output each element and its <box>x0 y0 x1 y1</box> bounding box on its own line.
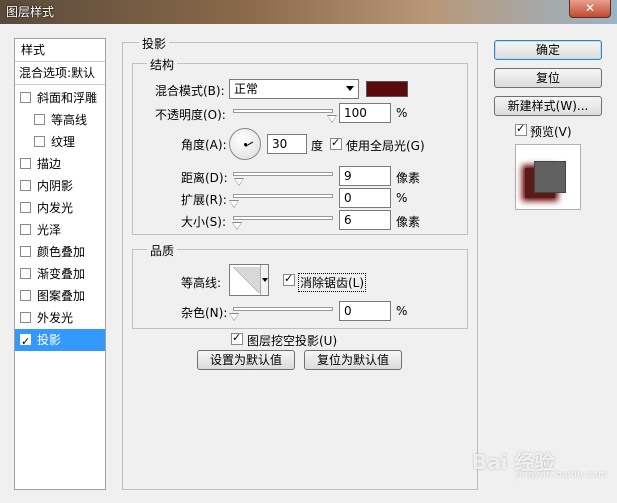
chevron-down-icon[interactable] <box>260 265 268 295</box>
chevron-down-icon <box>346 86 354 91</box>
angle-unit: 度 <box>311 139 324 153</box>
blend-options-item[interactable]: 混合选项:默认 <box>15 62 105 84</box>
global-light-checkbox[interactable] <box>330 136 342 150</box>
anti-alias-checkbox[interactable] <box>283 272 295 286</box>
styles-header[interactable]: 样式 <box>15 39 105 61</box>
shadow-color-swatch[interactable] <box>366 81 408 97</box>
style-item-inner-shadow[interactable]: 内阴影 <box>15 175 105 197</box>
style-item-satin[interactable]: 光泽 <box>15 219 105 241</box>
blend-mode-label: 混合模式(B): <box>155 84 225 98</box>
drop-shadow-title: 投影 <box>139 35 170 52</box>
opacity-slider-thumb[interactable] <box>327 115 337 123</box>
reset-button[interactable]: 复位 <box>494 68 602 88</box>
distance-slider[interactable] <box>233 172 333 176</box>
drop-shadow-panel: 投影 结构 混合模式(B): 正常 不透明度(O): 100 % 角度(A): … <box>122 35 478 490</box>
pattern-overlay-checkbox[interactable] <box>20 290 31 301</box>
knockout-label[interactable]: 图层挖空投影(U) <box>247 332 337 349</box>
style-preview-thumbnail <box>515 144 581 210</box>
inner-shadow-checkbox[interactable] <box>20 180 31 191</box>
opacity-unit: % <box>396 106 408 120</box>
baidu-watermark: Bai 经验 jingyan.baidu.com <box>472 446 607 480</box>
spread-slider[interactable] <box>233 194 333 198</box>
styles-divider <box>15 84 105 85</box>
angle-dial[interactable] <box>229 128 261 160</box>
size-unit: 像素 <box>396 215 421 229</box>
inner-glow-checkbox[interactable] <box>20 202 31 213</box>
stroke-checkbox[interactable] <box>20 158 31 169</box>
styles-list: 样式 混合选项:默认 斜面和浮雕 等高线 纹理 描边 内阴影 内发光 光泽 颜色… <box>14 38 106 490</box>
global-light-label[interactable]: 使用全局光(G) <box>346 137 425 154</box>
contour-curve-icon <box>232 267 260 293</box>
size-slider[interactable] <box>233 216 333 220</box>
opacity-label: 不透明度(O): <box>155 108 226 122</box>
noise-slider[interactable] <box>233 307 333 311</box>
opacity-input[interactable]: 100 <box>339 103 391 123</box>
size-label: 大小(S): <box>181 215 227 229</box>
preview-label[interactable]: 预览(V) <box>530 123 572 140</box>
quality-title: 品质 <box>147 242 178 259</box>
angle-input[interactable]: 30 <box>267 134 307 154</box>
ok-button[interactable]: 确定 <box>494 40 602 60</box>
title-bar[interactable]: 图层样式 ✕ <box>0 0 617 24</box>
noise-unit: % <box>396 304 408 318</box>
style-item-texture[interactable]: 纹理 <box>15 131 105 153</box>
size-slider-thumb[interactable] <box>232 222 242 230</box>
style-item-color-overlay[interactable]: 颜色叠加 <box>15 241 105 263</box>
spread-input[interactable]: 0 <box>339 188 391 208</box>
style-item-stroke[interactable]: 描边 <box>15 153 105 175</box>
distance-label: 距离(D): <box>181 171 228 185</box>
angle-dial-center <box>244 143 247 146</box>
contour-label: 等高线: <box>181 276 222 290</box>
dialog-title: 图层样式 <box>6 5 55 19</box>
style-item-bevel-emboss[interactable]: 斜面和浮雕 <box>15 87 105 109</box>
new-style-button[interactable]: 新建样式(W)... <box>494 96 602 116</box>
style-item-inner-glow[interactable]: 内发光 <box>15 197 105 219</box>
gradient-overlay-checkbox[interactable] <box>20 268 31 279</box>
contour-checkbox[interactable] <box>34 114 45 125</box>
spread-label: 扩展(R): <box>181 193 227 207</box>
close-button[interactable]: ✕ <box>569 0 611 18</box>
structure-group: 结构 混合模式(B): 正常 不透明度(O): 100 % 角度(A): 30 … <box>132 56 468 235</box>
style-item-drop-shadow[interactable]: 投影 <box>15 329 105 353</box>
noise-slider-thumb[interactable] <box>229 313 239 321</box>
style-item-pattern-overlay[interactable]: 图案叠加 <box>15 285 105 307</box>
watermark-subtext: jingyan.baidu.com <box>516 470 608 480</box>
blend-mode-select[interactable]: 正常 <box>229 79 359 99</box>
spread-unit: % <box>396 191 408 205</box>
color-overlay-checkbox[interactable] <box>20 246 31 257</box>
style-item-outer-glow[interactable]: 外发光 <box>15 307 105 329</box>
contour-picker[interactable] <box>229 264 269 296</box>
style-item-gradient-overlay[interactable]: 渐变叠加 <box>15 263 105 285</box>
distance-unit: 像素 <box>396 171 421 185</box>
spread-slider-thumb[interactable] <box>229 200 239 208</box>
satin-checkbox[interactable] <box>20 224 31 235</box>
distance-input[interactable]: 9 <box>339 166 391 186</box>
blend-mode-value: 正常 <box>234 82 259 96</box>
make-default-button[interactable]: 设置为默认值 <box>197 350 295 370</box>
style-item-contour[interactable]: 等高线 <box>15 109 105 131</box>
distance-slider-thumb[interactable] <box>234 178 244 186</box>
reset-default-button[interactable]: 复位为默认值 <box>304 350 402 370</box>
layer-style-dialog: 图层样式 ✕ 样式 混合选项:默认 斜面和浮雕 等高线 纹理 描边 内阴影 内发… <box>0 0 617 503</box>
bevel-emboss-checkbox[interactable] <box>20 92 31 103</box>
texture-checkbox[interactable] <box>34 136 45 147</box>
outer-glow-checkbox[interactable] <box>20 312 31 323</box>
size-input[interactable]: 6 <box>339 210 391 230</box>
preview-square <box>534 161 566 193</box>
knockout-checkbox[interactable] <box>231 331 243 345</box>
angle-label: 角度(A): <box>181 138 227 152</box>
structure-title: 结构 <box>147 56 178 73</box>
quality-group: 品质 等高线: 消除锯齿(L) 杂色(N): 0 % <box>132 242 468 329</box>
noise-input[interactable]: 0 <box>339 301 391 321</box>
anti-alias-label[interactable]: 消除锯齿(L) <box>298 273 367 292</box>
drop-shadow-checkbox[interactable] <box>20 331 31 353</box>
noise-label: 杂色(N): <box>181 306 228 320</box>
preview-checkbox[interactable] <box>515 122 527 136</box>
opacity-slider[interactable] <box>233 109 333 113</box>
